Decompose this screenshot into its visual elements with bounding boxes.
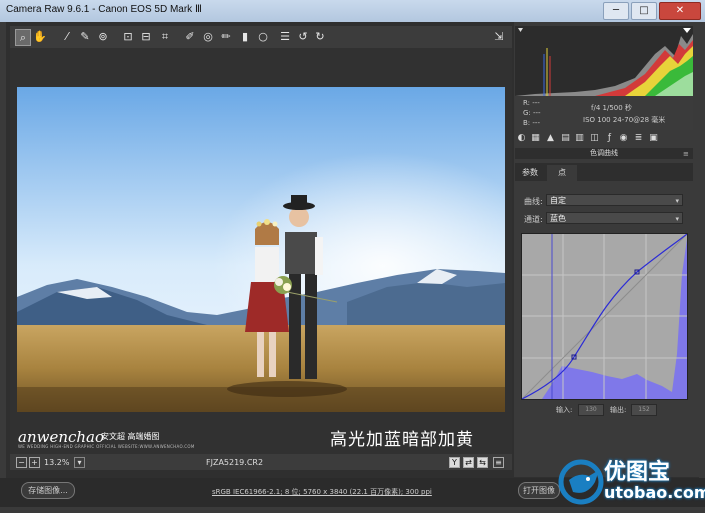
- zoom-dropdown-chevron-icon[interactable]: ▾: [74, 457, 85, 468]
- output-field[interactable]: 152: [631, 404, 657, 416]
- zoom-out-button[interactable]: −: [16, 457, 27, 468]
- input-field[interactable]: 130: [578, 404, 604, 416]
- tone-curve-graph[interactable]: [522, 234, 687, 399]
- chevron-down-icon: ▾: [675, 215, 679, 223]
- white-balance-tool-icon[interactable]: ⁄: [60, 29, 74, 44]
- fullscreen-icon[interactable]: ⇲: [492, 29, 506, 44]
- hand-tool-icon[interactable]: ✋: [33, 29, 47, 44]
- close-button[interactable]: ✕: [659, 2, 701, 20]
- zoom-level: 13.2%: [44, 458, 70, 467]
- curve-preset-value: 自定: [550, 196, 566, 205]
- histogram: [515, 26, 693, 96]
- tone-curve-panel-icon[interactable]: ▦: [530, 133, 541, 144]
- zoom-in-button[interactable]: +: [29, 457, 40, 468]
- tab-point[interactable]: 点: [547, 165, 577, 181]
- window-title: Camera Raw 9.6.1 - Canon EOS 5D Mark Ⅲ: [6, 4, 202, 15]
- transform-tool-icon[interactable]: ⌗: [158, 29, 172, 44]
- camera-calibration-panel-icon[interactable]: ◉: [618, 133, 629, 144]
- presets-panel-icon[interactable]: ≣: [633, 133, 644, 144]
- bird-logo-icon: [558, 459, 604, 505]
- watermark-cn-text: 优图宝: [604, 460, 671, 485]
- photo-caption: 高光加蓝暗部加黄: [330, 430, 474, 450]
- save-image-button[interactable]: 存储图像...: [21, 482, 75, 499]
- r-value: R: ---: [523, 99, 540, 107]
- copy-settings-icon[interactable]: ⇆: [477, 457, 488, 468]
- curve-tabs: 参数 点: [515, 163, 693, 181]
- file-name: FJZA5219.CR2: [206, 458, 264, 467]
- iso-lens-info: ISO 100 24-70@28 毫米: [583, 116, 666, 124]
- open-image-button[interactable]: 打开图像: [518, 482, 560, 499]
- split-toning-panel-icon[interactable]: ▥: [574, 133, 585, 144]
- workflow-options-link[interactable]: sRGB IEC61966-2.1; 8 位; 5760 x 3840 (22.…: [212, 487, 432, 497]
- watermark-en-text: utobao.com: [604, 483, 705, 502]
- exposure-info: f/4 1/500 秒: [591, 104, 632, 112]
- panel-icon-row: ◐ ▦ ▲ ▤ ▥ ◫ ƒ ◉ ≣ ▣: [515, 133, 693, 146]
- preferences-icon[interactable]: ☰: [278, 29, 292, 44]
- before-after-y-button[interactable]: Y: [449, 457, 460, 468]
- input-label: 输入:: [556, 406, 573, 414]
- section-title: 色调曲线: [515, 148, 693, 159]
- red-eye-tool-icon[interactable]: ◎: [201, 29, 215, 44]
- rotate-cw-icon[interactable]: ↻: [313, 29, 327, 44]
- brand-chinese-text: 安文超 高端婚图: [101, 432, 160, 441]
- maximize-button[interactable]: □: [631, 2, 657, 20]
- rotate-ccw-icon[interactable]: ↺: [296, 29, 310, 44]
- graduated-filter-tool-icon[interactable]: ▮: [238, 29, 252, 44]
- spot-removal-tool-icon[interactable]: ✐: [183, 29, 197, 44]
- channel-value: 蓝色: [550, 214, 566, 223]
- panel-menu-icon[interactable]: ≡: [683, 150, 689, 158]
- swap-before-after-icon[interactable]: ⇄: [463, 457, 474, 468]
- color-sampler-tool-icon[interactable]: ✎: [78, 29, 92, 44]
- curve-label: 曲线:: [524, 197, 543, 206]
- straighten-tool-icon[interactable]: ⊟: [139, 29, 153, 44]
- zoom-tool-icon[interactable]: ⌕: [15, 29, 31, 46]
- photo-image: [17, 87, 505, 412]
- histogram-graph: [515, 28, 693, 96]
- g-value: G: ---: [523, 109, 541, 117]
- targeted-adjustment-tool-icon[interactable]: ⊚: [96, 29, 110, 44]
- chevron-down-icon: ▾: [675, 197, 679, 205]
- snapshots-panel-icon[interactable]: ▣: [648, 133, 659, 144]
- window-controls: ─ □ ✕: [603, 2, 701, 20]
- minimize-button[interactable]: ─: [603, 2, 629, 20]
- lens-corrections-panel-icon[interactable]: ◫: [589, 133, 600, 144]
- adjustment-brush-tool-icon[interactable]: ✏: [219, 29, 233, 44]
- b-value: B: ---: [523, 119, 540, 127]
- curve-preset-select[interactable]: 自定 ▾: [546, 194, 683, 206]
- brand-subtitle: WE WEDDING HIGH-END GRAPHIC OFFICIAL WEB…: [18, 444, 195, 449]
- toolbar: ⌕ ✋ ⁄ ✎ ⊚ ⊡ ⊟ ⌗ ✐ ◎ ✏ ▮ ○ ☰ ↺ ↻ ⇲: [10, 26, 512, 48]
- photo-preview: [17, 87, 505, 412]
- rgb-readout: R: --- G: --- B: --- f/4 1/500 秒 ISO 100…: [515, 96, 693, 130]
- output-label: 输出:: [610, 406, 627, 414]
- effects-panel-icon[interactable]: ƒ: [604, 133, 615, 144]
- radial-filter-tool-icon[interactable]: ○: [256, 29, 270, 44]
- tab-parametric[interactable]: 参数: [515, 165, 545, 181]
- channel-select[interactable]: 蓝色 ▾: [546, 212, 683, 224]
- detail-panel-icon[interactable]: ▲: [545, 133, 556, 144]
- crop-tool-icon[interactable]: ⊡: [121, 29, 135, 44]
- toggle-settings-icon[interactable]: ≡: [493, 457, 504, 468]
- basic-panel-icon[interactable]: ◐: [516, 133, 527, 144]
- channel-label: 通道:: [524, 215, 543, 224]
- hsl-panel-icon[interactable]: ▤: [560, 133, 571, 144]
- title-bar: Camera Raw 9.6.1 - Canon EOS 5D Mark Ⅲ ─…: [0, 0, 705, 22]
- tone-curve-editor[interactable]: [521, 233, 688, 400]
